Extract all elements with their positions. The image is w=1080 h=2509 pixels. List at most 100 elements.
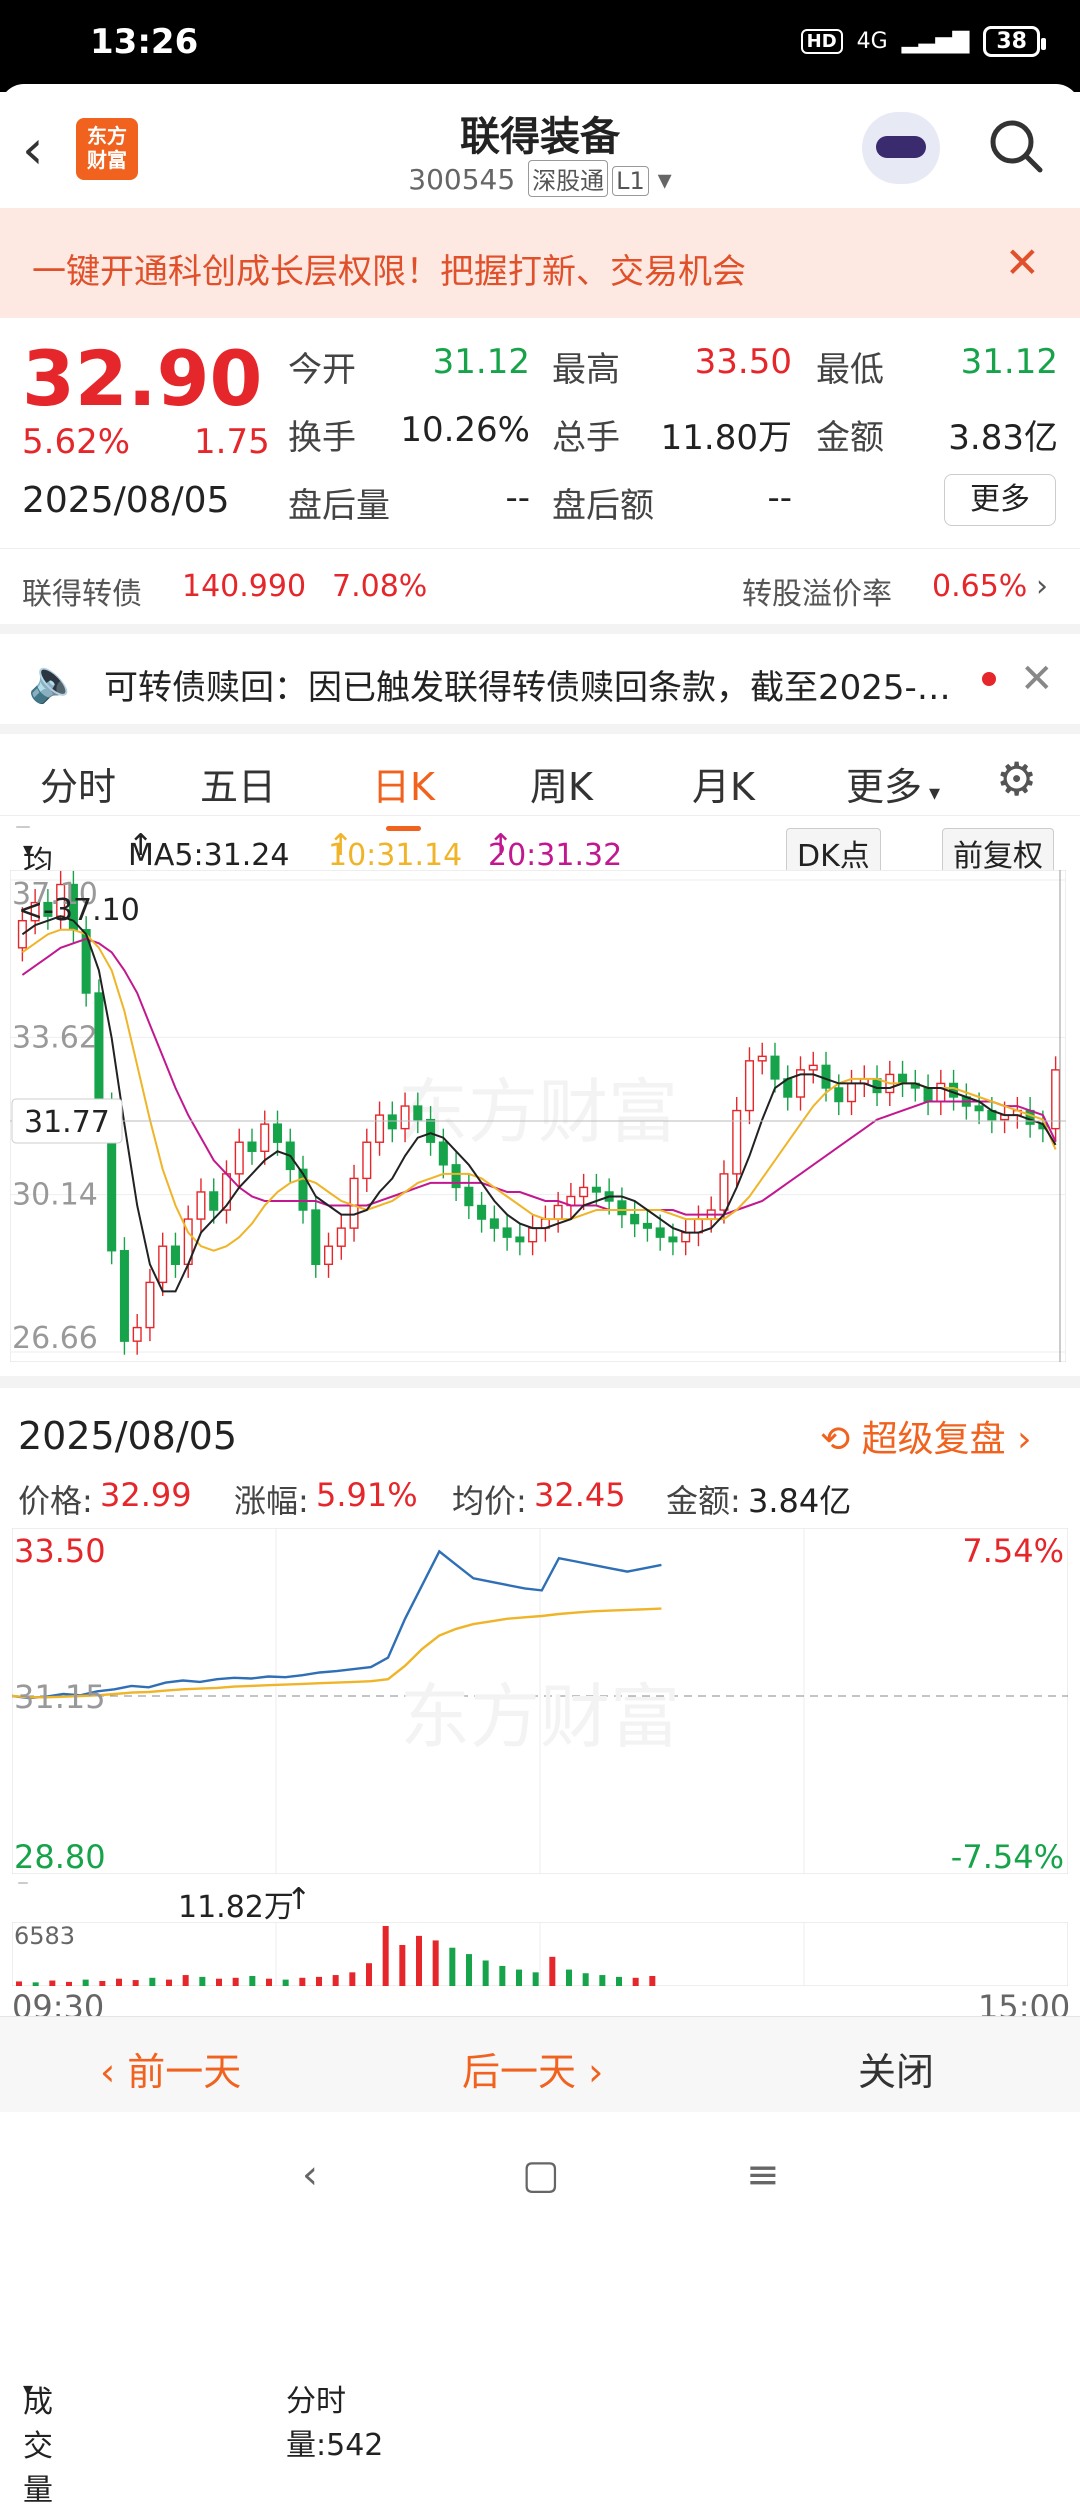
watermark: 东方财富 bbox=[400, 1676, 680, 1758]
candle bbox=[949, 1082, 959, 1098]
home-nav-icon[interactable]: ▢ bbox=[522, 2152, 560, 2198]
candle bbox=[719, 1173, 729, 1211]
volume-bar bbox=[466, 1954, 472, 1986]
volume-bar bbox=[366, 1963, 372, 1986]
status-time: 13:26 bbox=[90, 22, 199, 62]
detail-avg-label: 均价: bbox=[452, 1482, 527, 1520]
candle bbox=[170, 1245, 180, 1265]
candle bbox=[630, 1213, 640, 1225]
back-nav-icon[interactable]: ‹ bbox=[302, 2152, 318, 2198]
premium-label: 转股溢价率 bbox=[742, 577, 892, 612]
volume-bar bbox=[582, 1973, 589, 1986]
candle bbox=[923, 1087, 933, 1103]
kchart-tick-2: 33.62 bbox=[12, 1020, 98, 1055]
candle bbox=[579, 1186, 589, 1198]
volume-bar bbox=[266, 1978, 272, 1986]
detail-amt: 3.84亿 bbox=[748, 1482, 852, 1520]
volume-bar bbox=[166, 1979, 172, 1986]
volume-selector[interactable]: 成交量 ▾ bbox=[18, 1882, 53, 2508]
ma-legend: 均线▾ MA5:31.24↑ 10:31.14↑ 20:31.32↑ DK点 前… bbox=[0, 818, 1080, 924]
status-bar: 13:26 HD 4G ▂▃▅▇ 38 bbox=[0, 0, 1080, 92]
caret-down-icon: ▾ bbox=[23, 837, 34, 861]
volume-bar bbox=[99, 1980, 106, 1986]
amount-label: 金额 bbox=[816, 418, 884, 458]
candle bbox=[375, 1114, 385, 1143]
super-replay-link[interactable]: ⟲ 超级复盘 › bbox=[820, 1410, 1031, 1462]
kchart-tick-bottom: 26.66 bbox=[12, 1321, 98, 1356]
candle bbox=[974, 1105, 984, 1112]
convertible-bond-row[interactable]: 联得转债 140.990 7.08% 转股溢价率 0.65% › bbox=[0, 548, 1080, 624]
high-value: 33.50 bbox=[694, 342, 792, 382]
close-button[interactable]: 关闭 bbox=[858, 2041, 934, 2096]
gear-icon[interactable]: ⚙ bbox=[996, 752, 1037, 806]
volume-bar bbox=[416, 1935, 422, 1986]
tab-weekly-k[interactable]: 周K bbox=[530, 756, 593, 811]
tab-monthly-k[interactable]: 月K bbox=[692, 756, 755, 811]
bond-name: 联得转债 bbox=[22, 577, 142, 612]
volume-bar bbox=[432, 1940, 439, 1986]
quote-date: 2025/08/05 bbox=[22, 480, 230, 521]
candle bbox=[655, 1227, 665, 1238]
bond-price: 140.990 bbox=[182, 569, 307, 604]
intraday-chart[interactable]: 东方财富 33.50 7.54% 31.15 28.80 -7.54% bbox=[12, 1528, 1068, 1874]
recents-nav-icon[interactable]: ≡ bbox=[746, 2152, 780, 2198]
candle bbox=[898, 1073, 908, 1085]
more-button[interactable]: 更多 bbox=[944, 474, 1056, 526]
bottom-price-label: 28.80 bbox=[14, 1838, 106, 1874]
candle bbox=[400, 1105, 410, 1130]
assistant-robot-icon[interactable] bbox=[862, 112, 940, 184]
close-icon[interactable]: ✕ bbox=[1005, 238, 1040, 287]
day-nav-bar: ‹ 前一天 后一天 › 关闭 bbox=[0, 2016, 1080, 2112]
turnover-label: 换手 bbox=[288, 418, 356, 458]
day-detail-panel: 2025/08/05 ⟲ 超级复盘 › 价格: 32.99 涨幅: 5.91% … bbox=[0, 1376, 1080, 2508]
turnover-value: 10.26% bbox=[400, 410, 530, 450]
candle bbox=[936, 1082, 946, 1103]
candle bbox=[528, 1227, 538, 1243]
ma-selector[interactable]: 均线▾ bbox=[16, 826, 53, 924]
tab-more[interactable]: 更多 ▾ bbox=[846, 756, 940, 811]
candle bbox=[489, 1218, 499, 1229]
candle bbox=[413, 1105, 423, 1121]
bottom-pct-label: -7.54% bbox=[951, 1838, 1064, 1874]
volume-bar bbox=[482, 1960, 489, 1986]
volume-bar bbox=[249, 1975, 256, 1986]
candle bbox=[438, 1141, 448, 1166]
premium-value: 0.65% bbox=[932, 569, 1028, 604]
volume-bar bbox=[516, 1969, 522, 1986]
after-amt-label: 盘后额 bbox=[552, 486, 654, 526]
volume-bar bbox=[616, 1976, 622, 1986]
volume-bar bbox=[82, 1979, 89, 1986]
candle bbox=[464, 1186, 474, 1207]
candle bbox=[158, 1245, 168, 1284]
candle bbox=[591, 1186, 601, 1193]
tick-volume: 分时量:542 ↑ bbox=[286, 1882, 384, 2463]
candle bbox=[272, 1123, 283, 1143]
next-day-button[interactable]: 后一天 › bbox=[462, 2041, 603, 2096]
top-price-label: 33.50 bbox=[14, 1532, 106, 1570]
caret-down-icon: ▾ bbox=[922, 781, 941, 806]
detail-amt-label: 金额: bbox=[666, 1482, 741, 1520]
stock-code: 300545 bbox=[408, 163, 516, 196]
promo-text: 一键开通科创成长层权限！把握打新、交易机会 bbox=[32, 252, 746, 292]
volume-bar bbox=[132, 1980, 139, 1986]
tab-daily-k[interactable]: 日K bbox=[372, 756, 435, 831]
candle bbox=[872, 1078, 882, 1094]
search-icon[interactable] bbox=[988, 118, 1044, 174]
after-amt-value: -- bbox=[767, 478, 792, 518]
change-amount: 1.75 bbox=[194, 422, 270, 462]
tab-five-day[interactable]: 五日 bbox=[200, 756, 276, 811]
promo-banner[interactable]: 一键开通科创成长层权限！把握打新、交易机会 ✕ bbox=[0, 208, 1080, 318]
volume-bar bbox=[32, 1982, 39, 1986]
detail-price-label: 价格: bbox=[18, 1482, 93, 1520]
after-vol-label: 盘后量 bbox=[288, 486, 390, 526]
ma20-label: 20:31.32 ↑ bbox=[488, 828, 623, 873]
close-notice-icon[interactable]: ✕ bbox=[1020, 656, 1054, 702]
app-header: ‹ 东方 财富 联得装备 300545 深股通 L1 ▾ bbox=[0, 84, 1080, 208]
notice-bar[interactable]: 🔈 可转债赎回：因已触发联得转债赎回条款，截至2025-… ✕ bbox=[0, 624, 1080, 724]
tab-intraday[interactable]: 分时 bbox=[40, 756, 116, 811]
quote-panel: 32.90 5.62% 1.75 2025/08/05 今开 31.12 最高 … bbox=[0, 318, 1080, 546]
volume-bar bbox=[399, 1944, 406, 1986]
prev-day-button[interactable]: ‹ 前一天 bbox=[100, 2041, 241, 2096]
daily-k-chart[interactable]: 东方财富37.1033.6230.1426.66<-37.1031.77 bbox=[10, 870, 1066, 1362]
low-label: 最低 bbox=[816, 350, 884, 390]
